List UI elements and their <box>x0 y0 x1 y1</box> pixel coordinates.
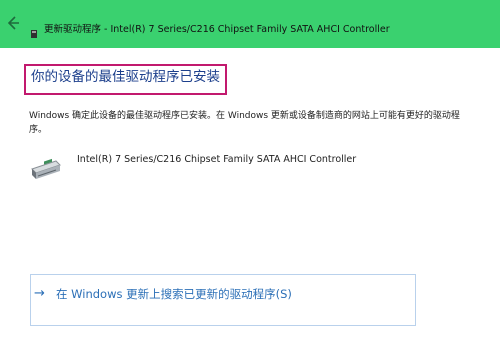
storage-controller-icon <box>30 155 62 187</box>
window-title: 更新驱动程序 - Intel(R) 7 Series/C216 Chipset … <box>44 24 390 35</box>
device-name: Intel(R) 7 Series/C216 Chipset Family SA… <box>77 154 357 165</box>
title-bar: 更新驱动程序 - Intel(R) 7 Series/C216 Chipset … <box>0 0 500 48</box>
page-heading: 你的设备的最佳驱动程序已安装 <box>31 69 220 85</box>
back-arrow-icon[interactable] <box>6 14 20 32</box>
device-mini-icon <box>29 24 39 38</box>
description-text: Windows 确定此设备的最佳驱动程序已安装。在 Windows 更新或设备制… <box>29 111 460 135</box>
search-windows-update-link[interactable]: 在 Windows 更新上搜索已更新的驱动程序(S) <box>56 286 292 302</box>
right-arrow-icon: → <box>34 286 45 301</box>
main-content: 你的设备的最佳驱动程序已安装 Windows 确定此设备的最佳驱动程序已安装。在… <box>0 48 500 339</box>
